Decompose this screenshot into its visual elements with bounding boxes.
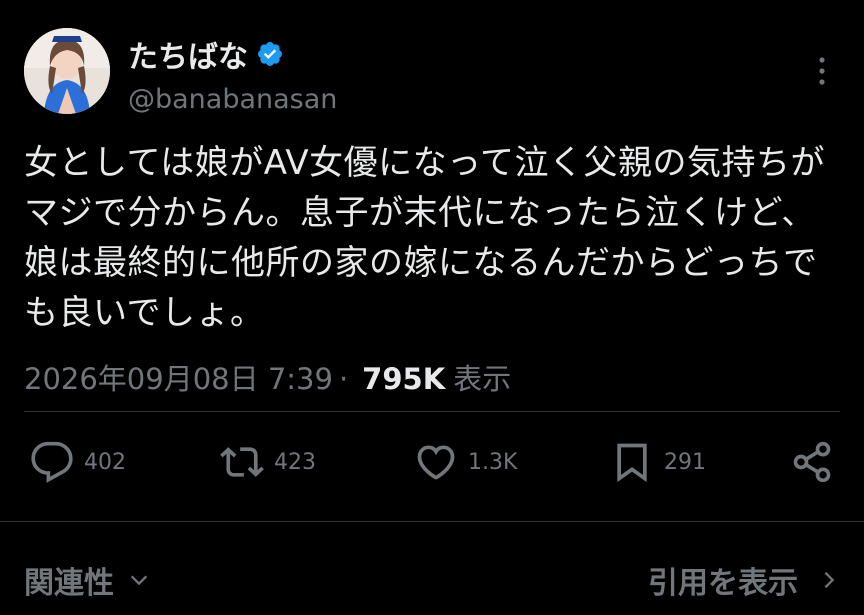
more-options-icon[interactable]: [818, 56, 826, 86]
action-bar: 402 423 1.3K 291: [24, 432, 840, 492]
views-count: 795K: [362, 362, 446, 396]
divider: [24, 411, 840, 412]
chevron-right-icon: [824, 571, 835, 589]
related-label: 関連性: [24, 566, 114, 601]
views-label: 表示: [453, 362, 512, 396]
chevron-down-icon: [130, 575, 148, 586]
verified-badge-icon: [258, 42, 282, 66]
heart-icon: [417, 445, 455, 480]
share-button[interactable]: [790, 440, 834, 484]
meta-separator: ·: [338, 362, 349, 396]
like-count: 1.3K: [468, 449, 518, 475]
tweet-meta: 2026年09月08日 7:39 · 795K 表示: [24, 356, 511, 398]
repost-button[interactable]: 423: [220, 440, 316, 484]
related-sort-button[interactable]: 関連性: [24, 558, 150, 602]
repost-icon: [220, 447, 264, 477]
bookmark-count: 291: [664, 449, 706, 475]
author-display-name[interactable]: たちばな: [128, 32, 248, 76]
divider: [0, 521, 864, 522]
timestamp[interactable]: 2026年09月08日 7:39: [24, 356, 333, 398]
repost-count: 423: [274, 449, 316, 475]
bookmark-button[interactable]: 291: [610, 440, 706, 484]
reply-icon: [31, 441, 73, 483]
tweet-text: 女としては娘がAV女優になって泣く父親の気持ちがマジで分からん。息子が末代になっ…: [24, 143, 825, 333]
bookmark-icon: [617, 443, 647, 483]
share-icon: [793, 441, 831, 483]
like-button[interactable]: 1.3K: [414, 440, 517, 484]
author-name-row[interactable]: たちばな: [128, 32, 284, 76]
avatar[interactable]: [24, 28, 110, 114]
tweet-header: たちばな @banabanasan: [24, 26, 840, 118]
view-quotes-button[interactable]: 引用を表示: [648, 558, 840, 602]
quotes-label: 引用を表示: [648, 566, 798, 601]
reply-count: 402: [84, 449, 126, 475]
author-handle[interactable]: @banabanasan: [128, 84, 337, 115]
reply-button[interactable]: 402: [30, 440, 126, 484]
